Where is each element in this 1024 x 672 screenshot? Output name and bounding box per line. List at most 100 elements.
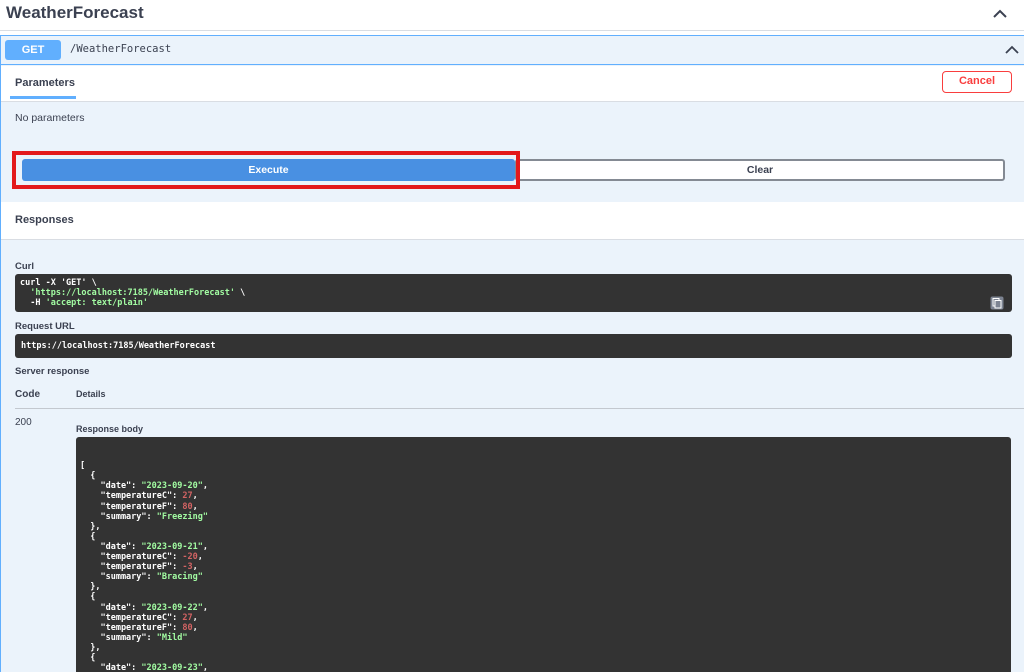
parameters-header: Parameters Cancel bbox=[1, 66, 1024, 102]
json-brace: }, bbox=[80, 521, 101, 532]
json-line: "summary": "Mild" bbox=[80, 633, 1007, 643]
json-line: { bbox=[80, 653, 1007, 663]
execute-highlight-annotation bbox=[12, 151, 520, 189]
json-value: 80 bbox=[182, 501, 193, 512]
json-brace: }, bbox=[80, 582, 101, 593]
json-key: "temperatureF": bbox=[80, 501, 183, 512]
json-value: -20 bbox=[182, 552, 198, 563]
tag-header[interactable]: WeatherForecast bbox=[0, 0, 1024, 31]
json-line: }, bbox=[80, 522, 1007, 532]
json-key: "temperatureC": bbox=[80, 491, 183, 502]
json-value: 80 bbox=[182, 622, 193, 633]
no-parameters-text: No parameters bbox=[15, 112, 85, 124]
clear-button[interactable]: Clear bbox=[515, 159, 1005, 181]
json-brace: { bbox=[80, 471, 96, 482]
json-line: { bbox=[80, 592, 1007, 602]
json-line: "temperatureC": -20, bbox=[80, 552, 1007, 562]
json-value: -3 bbox=[182, 562, 193, 573]
curl-line-3: -H 'accept: text/plain' bbox=[20, 298, 1007, 308]
json-line: "date": "2023-09-23", bbox=[80, 663, 1007, 672]
json-line: { bbox=[80, 532, 1007, 542]
response-body-json: [ { "date": "2023-09-20", "temperatureC"… bbox=[80, 461, 1007, 672]
curl-line-1: curl -X 'GET' \ bbox=[20, 278, 1007, 288]
curl-command-box[interactable]: curl -X 'GET' \ 'https://localhost:7185/… bbox=[15, 274, 1012, 312]
json-value: "Bracing" bbox=[156, 572, 203, 583]
method-badge: GET bbox=[5, 40, 61, 60]
json-comma: , bbox=[202, 602, 208, 613]
clipboard-icon[interactable] bbox=[990, 296, 1004, 310]
json-key: "summary": bbox=[80, 572, 157, 583]
json-comma: , bbox=[202, 481, 208, 492]
json-key: "temperatureF": bbox=[80, 622, 183, 633]
json-line: "temperatureF": 80, bbox=[80, 623, 1007, 633]
chevron-up-icon[interactable] bbox=[1003, 41, 1021, 59]
json-line: "summary": "Bracing" bbox=[80, 572, 1007, 582]
json-key: "summary": bbox=[80, 511, 157, 522]
json-value: 27 bbox=[182, 491, 193, 502]
json-comma: , bbox=[192, 501, 198, 512]
json-line: "temperatureF": 80, bbox=[80, 502, 1007, 512]
tab-parameters[interactable]: Parameters bbox=[15, 77, 75, 89]
json-key: "date": bbox=[80, 663, 142, 672]
json-value: "Mild" bbox=[156, 632, 188, 643]
responses-title: Responses bbox=[15, 214, 74, 226]
operation-block: GET /WeatherForecast Parameters Cancel N… bbox=[0, 35, 1024, 672]
curl-label: Curl bbox=[15, 261, 34, 272]
json-comma: , bbox=[192, 622, 198, 633]
json-line: "date": "2023-09-20", bbox=[80, 481, 1007, 491]
chevron-up-icon[interactable] bbox=[990, 4, 1010, 24]
json-key: "temperatureF": bbox=[80, 562, 183, 573]
json-key: "date": bbox=[80, 481, 142, 492]
json-key: "date": bbox=[80, 602, 142, 613]
json-comma: , bbox=[192, 612, 198, 623]
json-comma: , bbox=[192, 562, 198, 573]
curl-header-flag: -H bbox=[20, 298, 46, 308]
json-key: "summary": bbox=[80, 632, 157, 643]
responses-header: Responses bbox=[1, 202, 1024, 240]
cancel-button[interactable]: Cancel bbox=[942, 71, 1012, 93]
json-key: "temperatureC": bbox=[80, 552, 183, 563]
json-value: "Freezing" bbox=[156, 511, 208, 522]
json-line: }, bbox=[80, 582, 1007, 592]
json-brace: }, bbox=[80, 642, 101, 653]
json-value: "2023-09-23" bbox=[141, 663, 203, 672]
json-comma: , bbox=[197, 552, 203, 563]
json-comma: , bbox=[202, 663, 208, 672]
json-line: "date": "2023-09-21", bbox=[80, 542, 1007, 552]
json-line: [ bbox=[80, 461, 1007, 471]
curl-line-2-tail: \ bbox=[234, 288, 246, 298]
json-line: "date": "2023-09-22", bbox=[80, 603, 1007, 613]
json-line: { bbox=[80, 471, 1007, 481]
json-comma: , bbox=[202, 541, 208, 552]
json-value: 27 bbox=[182, 612, 193, 623]
server-response-label: Server response bbox=[15, 366, 90, 377]
json-line: "summary": "Freezing" bbox=[80, 512, 1007, 522]
curl-url: 'https://localhost:7185/WeatherForecast' bbox=[30, 288, 235, 298]
tab-active-indicator bbox=[10, 96, 76, 99]
request-url-label: Request URL bbox=[15, 321, 75, 332]
curl-line-2: 'https://localhost:7185/WeatherForecast'… bbox=[20, 288, 1007, 298]
json-line: "temperatureF": -3, bbox=[80, 562, 1007, 572]
json-brace: { bbox=[80, 592, 96, 603]
curl-line-1-text: curl -X 'GET' \ bbox=[20, 278, 97, 288]
json-brace: { bbox=[80, 531, 96, 542]
details-column-header: Details bbox=[76, 389, 106, 399]
json-line: "temperatureC": 27, bbox=[80, 491, 1007, 501]
json-key: "date": bbox=[80, 541, 142, 552]
json-line: "temperatureC": 27, bbox=[80, 613, 1007, 623]
response-body-box[interactable]: [ { "date": "2023-09-20", "temperatureC"… bbox=[76, 437, 1011, 672]
request-url-box[interactable]: https://localhost:7185/WeatherForecast bbox=[15, 334, 1012, 358]
json-key: "temperatureC": bbox=[80, 612, 183, 623]
json-value: "2023-09-22" bbox=[141, 602, 203, 613]
json-bracket: [ bbox=[80, 461, 86, 472]
tag-title: WeatherForecast bbox=[6, 3, 144, 22]
operation-summary[interactable]: GET /WeatherForecast bbox=[1, 36, 1024, 65]
curl-header-value: 'accept: text/plain' bbox=[45, 298, 148, 308]
json-brace: { bbox=[80, 652, 96, 663]
json-line: }, bbox=[80, 643, 1007, 653]
divider bbox=[15, 408, 1024, 409]
status-code: 200 bbox=[15, 417, 32, 428]
operation-path: /WeatherForecast bbox=[70, 43, 172, 55]
code-column-header: Code bbox=[15, 389, 40, 400]
json-comma: , bbox=[192, 491, 198, 502]
